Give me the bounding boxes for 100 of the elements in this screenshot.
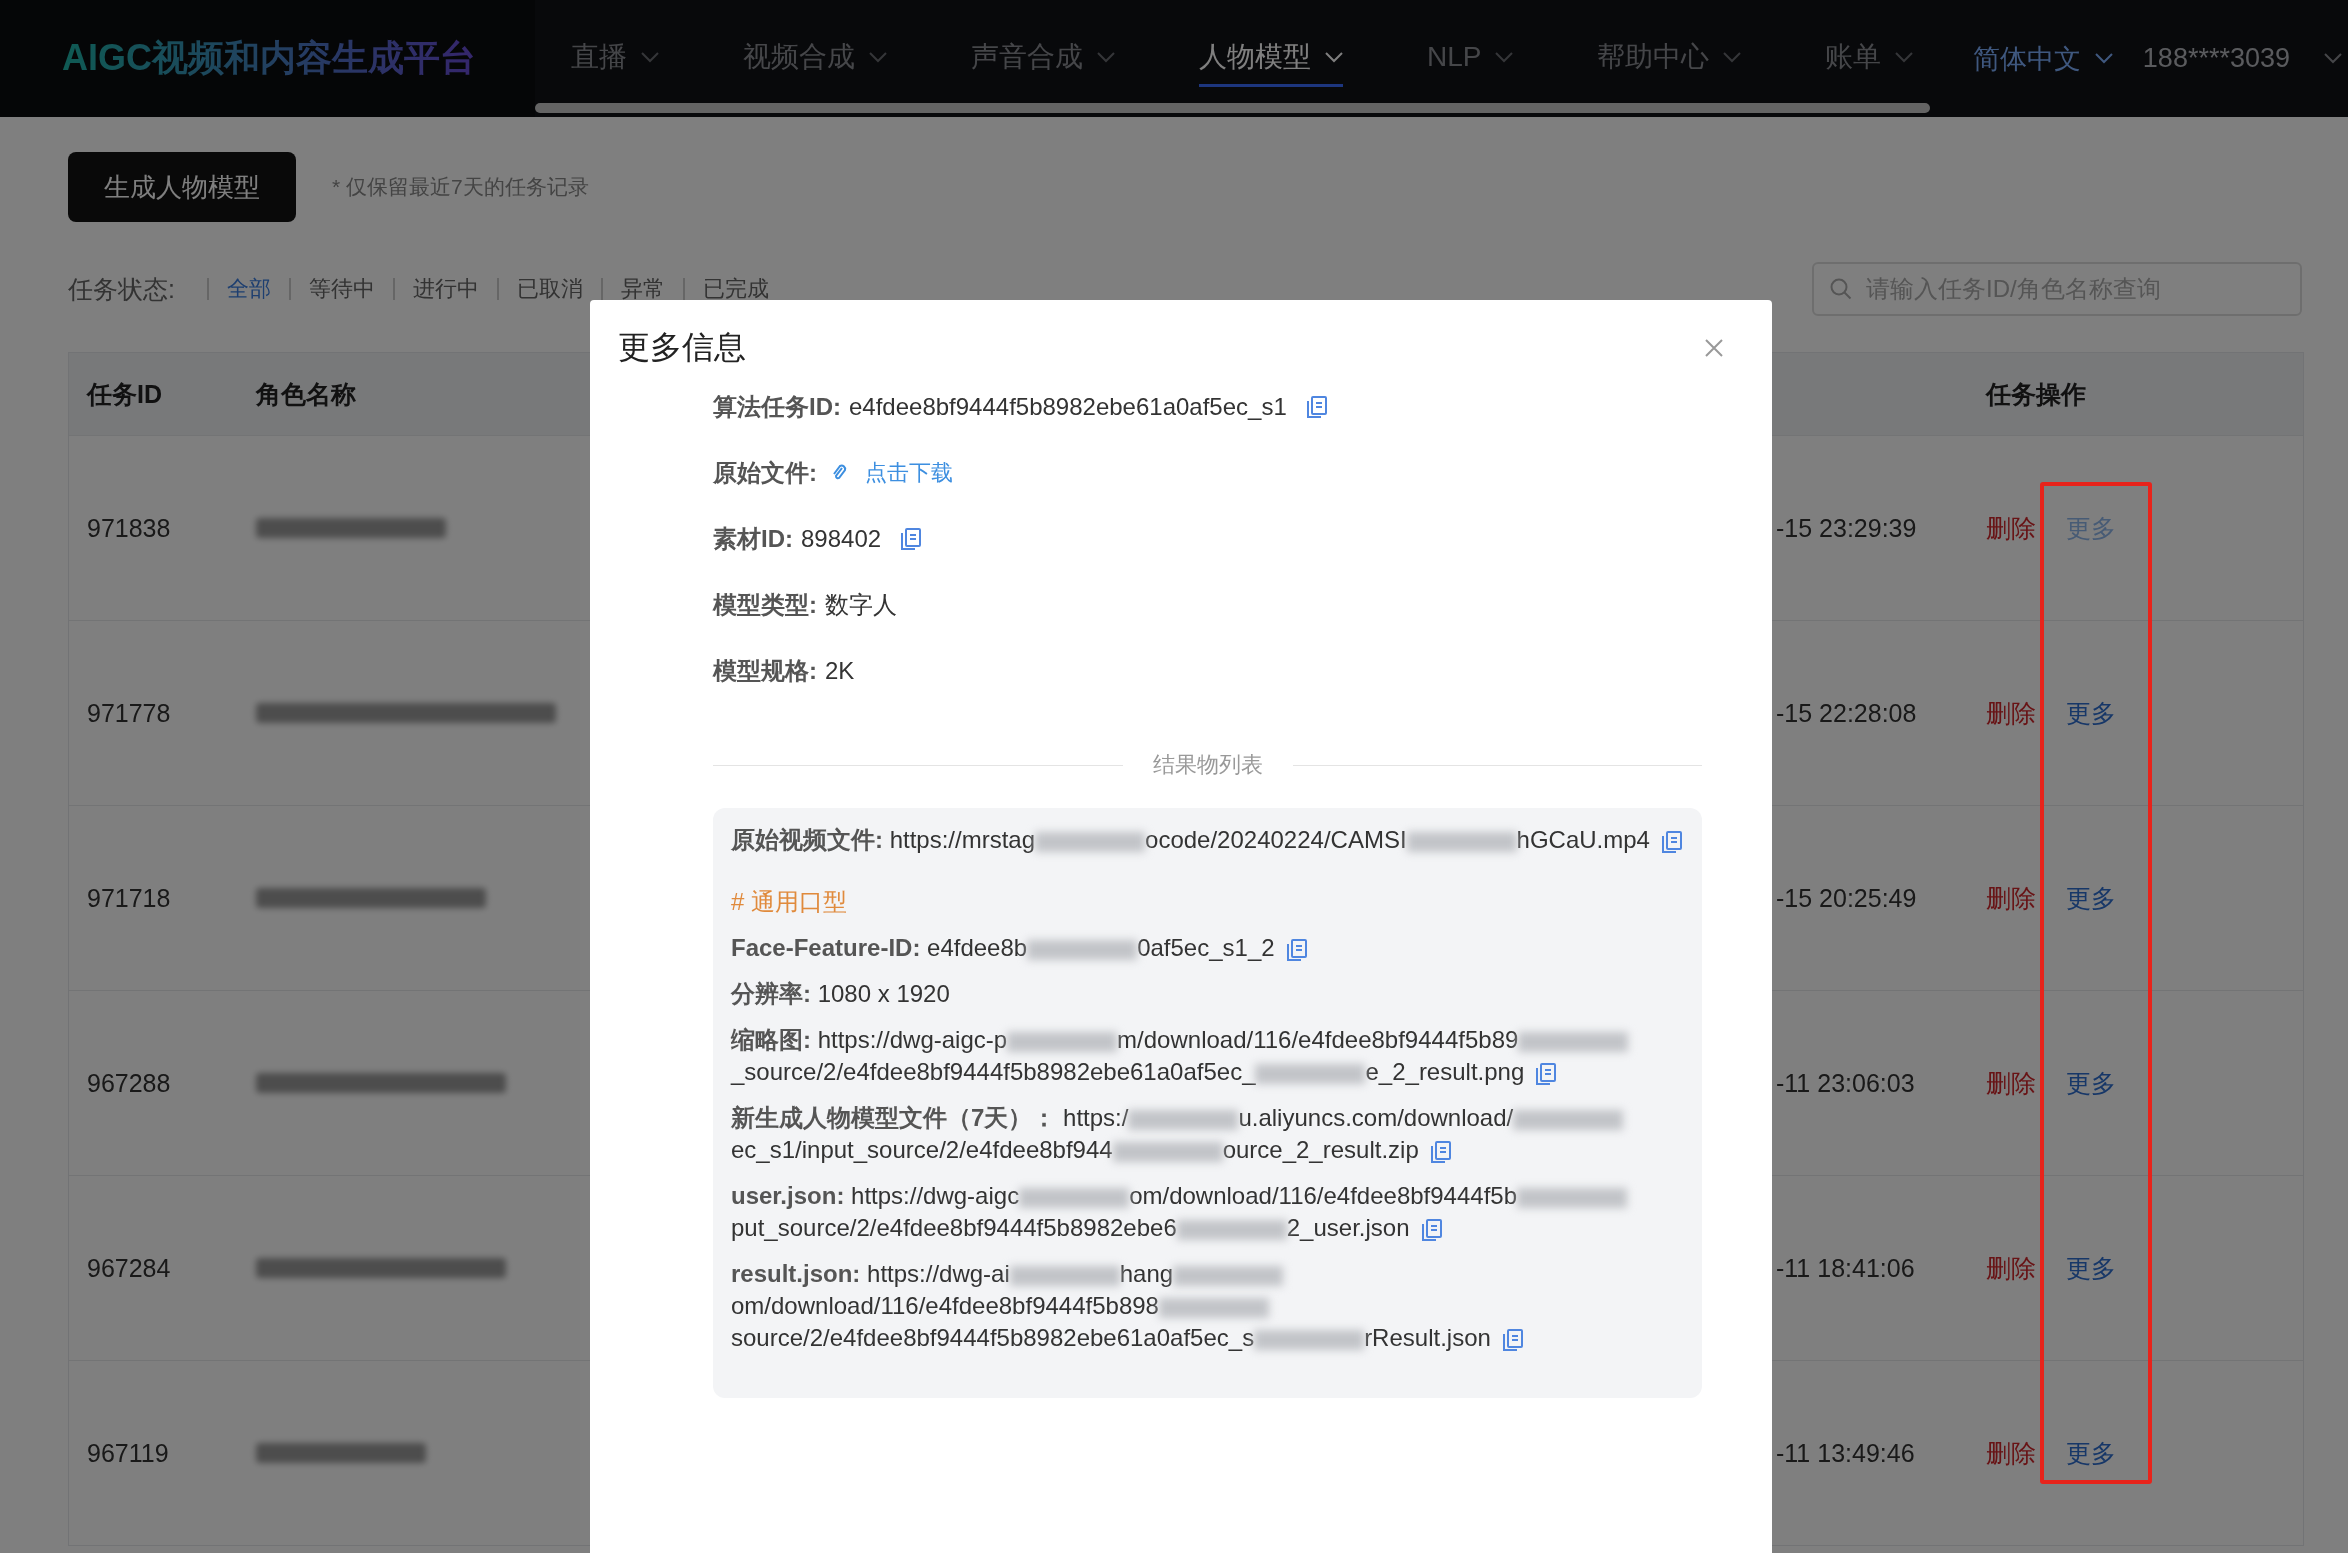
result-value: 0af5ec_s1_2 (1137, 934, 1275, 961)
result-value: om/download/116/e4fdee8bf9444f5b (1129, 1182, 1518, 1209)
copy-icon[interactable] (1661, 830, 1682, 853)
result-value: _source/2/e4fdee8bf9444f5b8982ebe61a0af5ec_ (731, 1058, 1256, 1085)
copy-icon[interactable] (1421, 1218, 1442, 1241)
chevron-down-icon (641, 51, 659, 63)
field-label: 算法任务ID: (713, 392, 841, 422)
task-id-cell-text: 967119 (86, 1438, 170, 1468)
delete-link[interactable]: 删除 (1986, 1066, 2036, 1100)
result-value: ocode/20240224/CAMSI (1145, 826, 1407, 853)
result-value: u.aliyuncs.com/download/ (1238, 1104, 1514, 1131)
column-header: 任务ID (85, 378, 163, 410)
result-value: e_2_result.png (1365, 1058, 1525, 1085)
chevron-down-icon (869, 51, 887, 63)
dialog-title: 更多信息 (618, 328, 746, 367)
more-link[interactable]: 更多 (2066, 511, 2116, 545)
delete-link[interactable]: 删除 (1986, 696, 2036, 730)
result-value: source/2/e4fdee8bf9444f5b8982ebe61a0af5ec_s (731, 1324, 1255, 1351)
task-id-cell-text: 971718 (86, 883, 172, 913)
filter-label: 任务状态: (68, 273, 175, 305)
more-link[interactable]: 更多 (2066, 1251, 2116, 1285)
chevron-down-icon (2094, 53, 2113, 64)
result-value: hang (1119, 1260, 1174, 1287)
delete-link[interactable]: 删除 (1986, 881, 2036, 915)
nav-item[interactable]: 人物模型 (1199, 30, 1343, 87)
chevron-down-icon (1723, 51, 1742, 63)
more-link[interactable]: 更多 (2066, 1066, 2116, 1100)
result-value: ource_2_result.zip (1222, 1136, 1419, 1163)
nav-item[interactable]: 视频合成 (743, 30, 887, 87)
search-icon (1830, 278, 1852, 300)
chevron-down-icon (1325, 51, 1343, 63)
create-model-button[interactable]: 生成人物模型 (68, 152, 296, 222)
copy-icon[interactable] (1286, 938, 1307, 961)
nav-item[interactable]: 声音合成 (971, 30, 1115, 87)
delete-link[interactable]: 删除 (1986, 1251, 2036, 1285)
download-link[interactable]: 点击下载 (865, 458, 953, 488)
result-value: https://dwg-aigc-p (817, 1026, 1008, 1053)
result-value: https://mrstag (889, 826, 1036, 853)
time-cell-text: -11 13:49:46 (1775, 1438, 1916, 1468)
time-cell-text: -15 20:25:49 (1775, 883, 1918, 913)
result-label: user.json: (731, 1182, 846, 1209)
field-value: e4fdee8bf9444f5b8982ebe61a0af5ec_s1 (849, 393, 1287, 421)
result-value: ec_s1/input_source/2/e4fdee8bf944 (731, 1136, 1113, 1163)
account-menu[interactable]: 188****3039 (2142, 43, 2342, 74)
field-label: 原始文件: (713, 458, 817, 488)
nav-item[interactable]: 帮助中心 (1597, 30, 1742, 87)
nav-item[interactable]: 直播 (571, 30, 659, 87)
section-heading: # 通用口型 (731, 887, 848, 917)
result-value: https:/ (1063, 1104, 1129, 1131)
field-value: 898402 (801, 525, 882, 553)
result-value: 1080 x 1920 (817, 980, 950, 1007)
status-filter-option[interactable]: 进行中 (392, 278, 497, 300)
more-link[interactable]: 更多 (2066, 1436, 2116, 1470)
result-value: e4fdee8b (927, 934, 1028, 961)
chevron-down-icon (1097, 51, 1115, 63)
copy-icon[interactable] (901, 528, 922, 550)
chevron-down-icon (2324, 53, 2342, 64)
result-value: om/download/116/e4fdee8bf9444f5b898 (731, 1292, 1159, 1319)
nav-item[interactable]: NLP (1427, 33, 1514, 84)
nav-item[interactable]: 账单 (1825, 30, 1914, 87)
result-value: https://dwg-ai (867, 1260, 1010, 1287)
result-label: 缩略图: (731, 1026, 812, 1053)
language-selector[interactable]: 简体中文 (1972, 40, 2113, 77)
result-label: result.json: (731, 1260, 862, 1287)
retention-note: * 仅保留最近7天的任务记录 (332, 174, 589, 200)
column-header: 角色名称 (256, 378, 357, 410)
copy-icon[interactable] (1430, 1140, 1451, 1163)
time-cell-text: -15 22:28:08 (1775, 698, 1918, 728)
copy-icon[interactable] (1536, 1062, 1557, 1085)
result-label: Face-Feature-ID: (731, 934, 922, 961)
result-value: https://dwg-aigc (851, 1182, 1020, 1209)
delete-link[interactable]: 删除 (1986, 1436, 2036, 1470)
status-filter-option[interactable]: 全部 (206, 278, 289, 300)
scrollbar[interactable] (535, 103, 1930, 113)
task-id-cell-text: 967288 (86, 1068, 172, 1098)
field-value: 2K (825, 657, 855, 685)
close-button[interactable] (1704, 338, 1724, 358)
section-divider-label: 结果物列表 (1152, 751, 1263, 779)
chevron-down-icon (1495, 51, 1514, 63)
time-cell-text: -11 18:41:06 (1775, 1253, 1916, 1283)
task-id-cell-text: 967284 (86, 1253, 172, 1283)
more-link[interactable]: 更多 (2066, 881, 2116, 915)
time-cell-text: -15 23:29:39 (1775, 513, 1918, 543)
more-link[interactable]: 更多 (2066, 696, 2116, 730)
result-value: rResult.json (1364, 1324, 1491, 1351)
delete-link[interactable]: 删除 (1986, 511, 2036, 545)
column-header: 任务操作 (1984, 378, 2087, 410)
result-label: 分辨率: (731, 980, 812, 1007)
copy-icon[interactable] (1306, 396, 1327, 418)
status-filter-option[interactable]: 等待中 (288, 278, 393, 300)
task-id-cell-text: 971778 (86, 698, 172, 728)
result-value: put_source/2/e4fdee8bf9444f5b8982ebe6 (731, 1214, 1177, 1241)
time-cell-text: -11 23:06:03 (1775, 1068, 1916, 1098)
result-label: 新生成人物模型文件（7天）： (731, 1104, 1058, 1131)
field-label: 模型规格: (713, 656, 817, 686)
task-id-cell-text: 971838 (86, 513, 172, 543)
field-label: 模型类型: (713, 590, 817, 620)
copy-icon[interactable] (1502, 1328, 1523, 1351)
result-value: hGCaU.mp4 (1516, 826, 1650, 853)
result-label: 原始视频文件: (731, 826, 884, 853)
